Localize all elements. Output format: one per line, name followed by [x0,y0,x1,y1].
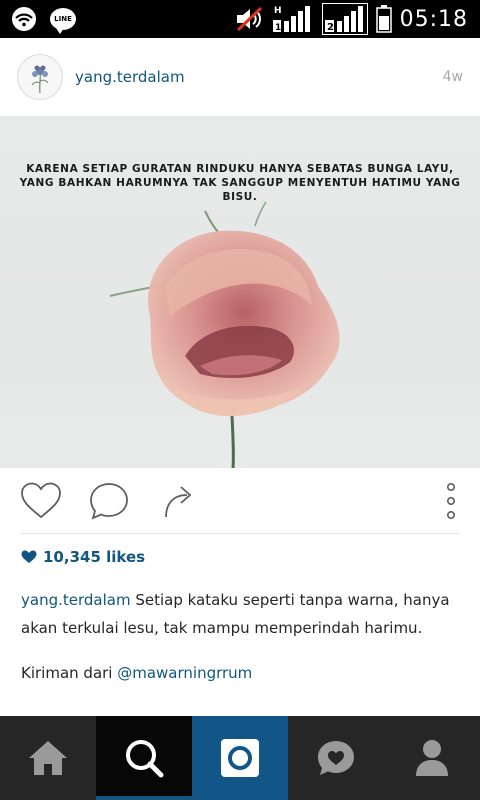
image-text-line-1: KARENA SETIAP GURATAN RINDUKU HANYA SEBA… [26,163,454,175]
profile-icon [416,740,448,776]
post-username[interactable]: yang.terdalam [75,68,185,86]
bottom-nav [0,716,480,800]
comment-icon[interactable] [89,482,129,520]
image-text-line-2: YANG BAHKAN HARUMNYA TAK SANGGUP MENYENT… [19,177,461,203]
nav-profile[interactable] [384,716,480,800]
signal-sim2-icon: 2 [321,3,368,35]
avatar-flower-icon [31,65,49,94]
line-label: LINE [54,15,72,23]
actions-divider [21,533,459,534]
signal-sim1-icon: H 1 [272,6,310,33]
muted-speaker-icon [236,6,262,32]
more-options-icon[interactable] [444,482,458,520]
caption-username[interactable]: yang.terdalam [21,591,131,609]
heart-icon[interactable] [20,482,62,520]
likes-count[interactable]: 10,345 likes [21,548,145,566]
post-image[interactable]: KARENA SETIAP GURATAN RINDUKU HANYA SEBA… [0,116,480,468]
svg-text:H: H [274,6,282,16]
svg-text:1: 1 [275,23,281,33]
nav-search[interactable] [96,716,192,800]
nav-camera[interactable] [192,716,288,800]
post-age: 4w [442,69,463,85]
home-icon [29,741,67,775]
search-icon [126,740,164,778]
post-caption: yang.terdalam Setiap kataku seperti tanp… [21,586,461,642]
credit-prefix: Kiriman dari [21,664,118,682]
credit-mention[interactable]: @mawarningrrum [117,664,252,682]
share-icon[interactable] [163,482,195,518]
likes-label: 10,345 likes [43,548,146,566]
line-app-icon: LINE [50,8,76,34]
post-actions [0,468,480,534]
camera-icon [221,739,259,777]
likes-heart-icon [21,550,37,563]
activity-heart-icon [318,741,354,775]
post-header: yang.terdalam 4w [0,38,480,116]
avatar[interactable] [17,54,63,100]
nav-activity[interactable] [288,716,384,800]
nav-home[interactable] [0,716,96,800]
battery-icon [375,5,392,33]
svg-text:2: 2 [327,22,334,33]
clock: 05:18 [399,6,468,32]
post-credit: Kiriman dari @mawarningrrum [21,664,252,682]
wifi-icon [12,7,36,31]
status-bar: LINE H 1 2 05:18 [0,0,480,38]
